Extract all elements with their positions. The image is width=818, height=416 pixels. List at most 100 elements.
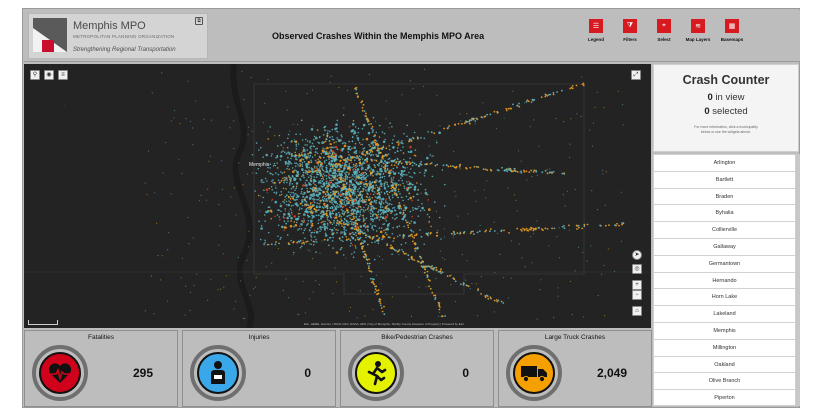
crash-point <box>307 220 310 222</box>
external-link-icon[interactable]: ⧉ <box>195 17 203 25</box>
list-item-arlington[interactable]: Arlington <box>654 155 795 172</box>
crash-point <box>489 168 492 171</box>
list-item-olive-branch[interactable]: Olive Branch <box>654 373 795 391</box>
crash-point <box>383 175 386 178</box>
crash-point <box>302 196 304 198</box>
crash-point <box>326 200 329 202</box>
crash-point <box>514 170 517 172</box>
crash-point <box>354 231 357 234</box>
crash-point <box>347 145 350 148</box>
crash-point <box>192 127 194 129</box>
basemaps-button[interactable]: ▦ Basemaps <box>715 19 749 42</box>
crash-point <box>362 224 366 228</box>
crash-map[interactable]: · Memphis ⚲ ◉ ≡ ⤢ ➤ ◎ + − ⌂ Esri, HERE, … <box>24 64 651 328</box>
crash-point <box>381 155 384 158</box>
home-icon[interactable]: ⌂ <box>632 306 642 316</box>
list-item-byhalia[interactable]: Byhalia <box>654 205 795 223</box>
list-item-hernando[interactable]: Hernando <box>654 272 795 290</box>
filter-icon: ⧩ <box>623 19 637 33</box>
list-scrollbar[interactable] <box>796 154 800 406</box>
list-item-millington[interactable]: Millington <box>654 339 795 357</box>
crash-point <box>340 178 342 181</box>
crash-point <box>407 183 409 186</box>
crash-point <box>432 268 434 271</box>
crash-point <box>288 200 290 202</box>
crash-point <box>364 189 367 191</box>
crash-point <box>586 260 588 262</box>
list-item-collierville[interactable]: Collierville <box>654 222 795 239</box>
crash-point <box>411 215 413 218</box>
crash-point <box>385 215 388 219</box>
crash-point <box>405 276 407 278</box>
fullscreen-icon[interactable]: ⤢ <box>631 70 641 80</box>
crash-point <box>371 141 375 144</box>
crash-point <box>280 203 282 205</box>
crash-point <box>356 182 358 185</box>
crash-point <box>450 274 453 276</box>
crash-point <box>487 298 490 300</box>
crash-point <box>354 245 357 247</box>
crash-point <box>469 166 472 169</box>
crash-point <box>346 160 348 162</box>
crash-point <box>428 265 430 268</box>
layers-icon[interactable]: ◉ <box>44 70 54 80</box>
list-item-oakland[interactable]: Oakland <box>654 356 795 374</box>
dashboard-frame: Memphis MPO METROPOLITAN PLANNING ORGANI… <box>22 8 800 408</box>
crash-point <box>333 197 335 199</box>
map-layers-button[interactable]: ≋ Map Layers <box>681 19 715 42</box>
search-icon[interactable]: ⚲ <box>30 70 40 80</box>
crash-point <box>381 206 384 208</box>
crash-point <box>375 230 378 232</box>
crash-map-canvas[interactable] <box>24 64 651 328</box>
zoom-in-icon[interactable]: + <box>632 280 642 290</box>
crash-point <box>414 149 417 151</box>
crash-point <box>378 300 380 302</box>
crash-point <box>295 157 297 159</box>
crash-point <box>325 177 328 180</box>
list-item-gallaway[interactable]: Gallaway <box>654 238 795 256</box>
crash-point <box>338 87 340 89</box>
zoom-out-icon[interactable]: − <box>632 290 642 300</box>
crash-point <box>374 134 376 136</box>
filters-button[interactable]: ⧩ Filters <box>613 19 647 42</box>
crash-point <box>371 226 373 229</box>
list-item-piperton[interactable]: Piperton <box>654 390 795 405</box>
list-item-lakeland[interactable]: Lakeland <box>654 306 795 323</box>
crash-point <box>333 209 336 212</box>
crash-point <box>320 189 323 191</box>
crash-point <box>336 119 339 122</box>
crash-point <box>475 283 477 285</box>
list-item-memphis[interactable]: Memphis <box>654 322 795 340</box>
list-icon[interactable]: ≡ <box>58 70 68 80</box>
crash-point <box>446 275 449 277</box>
crash-point <box>326 217 329 219</box>
select-button[interactable]: ⌖ Select <box>647 19 681 42</box>
locate-icon[interactable]: ◎ <box>632 264 642 274</box>
crash-point <box>563 225 565 227</box>
crash-point <box>430 231 432 234</box>
crash-point <box>373 217 376 220</box>
crash-point <box>314 154 316 156</box>
crash-point <box>382 258 384 261</box>
crash-point <box>361 143 364 146</box>
crash-point <box>338 168 341 171</box>
crash-point <box>513 194 516 196</box>
crash-point <box>538 145 540 147</box>
list-item-braden[interactable]: Braden <box>654 188 795 206</box>
crash-point <box>316 173 318 176</box>
crash-point <box>332 203 335 206</box>
legend-button[interactable]: ☰ Legend <box>579 19 613 42</box>
crash-point <box>359 210 362 212</box>
crash-point <box>347 148 350 151</box>
crash-point <box>345 177 347 179</box>
municipality-list[interactable]: Arlington Bartlett Braden Byhalia Collie… <box>653 154 796 406</box>
crash-point <box>365 183 368 186</box>
crash-point <box>524 102 526 104</box>
crash-point <box>318 155 321 158</box>
list-item-horn-lake[interactable]: Horn Lake <box>654 289 795 307</box>
list-item-bartlett[interactable]: Bartlett <box>654 171 795 189</box>
crash-point <box>571 85 574 87</box>
crash-point <box>518 105 521 108</box>
compass-icon[interactable]: ➤ <box>632 250 642 260</box>
list-item-germantown[interactable]: Germantown <box>654 255 795 273</box>
